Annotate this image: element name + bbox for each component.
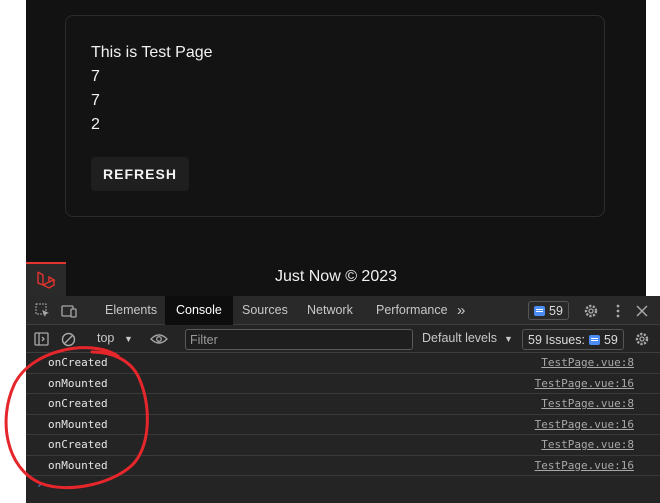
console-filterbar: top ▼ Default levels ▼ 59 Issues: 59 bbox=[26, 326, 660, 353]
issues-message-icon bbox=[588, 334, 600, 345]
log-message: onCreated bbox=[48, 438, 108, 451]
log-message: onCreated bbox=[48, 356, 108, 369]
log-row: onMounted TestPage.vue:16 bbox=[26, 374, 660, 394]
kebab-menu-icon[interactable] bbox=[609, 302, 627, 320]
footer-copyright: Just Now © 2023 bbox=[274, 268, 398, 285]
settings-gear-icon[interactable] bbox=[582, 302, 600, 320]
value-line-2: 7 bbox=[91, 92, 100, 109]
log-source-link[interactable]: TestPage.vue:16 bbox=[535, 459, 634, 472]
levels-chevron-down-icon[interactable]: ▼ bbox=[504, 334, 513, 344]
page-title: This is Test Page bbox=[91, 44, 213, 61]
device-toolbar-icon[interactable] bbox=[60, 302, 78, 320]
value-line-3: 2 bbox=[91, 116, 100, 133]
value-line-1: 7 bbox=[91, 68, 100, 85]
app-viewport: This is Test Page 7 7 2 REFRESH bbox=[26, 0, 646, 256]
messages-count: 59 bbox=[549, 303, 563, 318]
log-row: onCreated TestPage.vue:8 bbox=[26, 394, 660, 415]
page-scrollbar[interactable] bbox=[646, 0, 660, 296]
close-icon[interactable] bbox=[633, 302, 651, 320]
log-message: onMounted bbox=[48, 376, 108, 390]
log-row: onCreated TestPage.vue:8 bbox=[26, 435, 660, 456]
devtools-tabbar: Elements Console Sources Network Perform… bbox=[26, 296, 660, 325]
more-tabs-icon[interactable]: » bbox=[457, 296, 465, 325]
chevron-down-icon[interactable]: ▼ bbox=[124, 334, 133, 344]
log-source-link[interactable]: TestPage.vue:8 bbox=[541, 438, 634, 451]
refresh-button[interactable]: REFRESH bbox=[91, 157, 189, 191]
tab-elements[interactable]: Elements bbox=[105, 296, 157, 325]
tab-performance[interactable]: Performance bbox=[376, 296, 448, 325]
log-row: onCreated TestPage.vue:8 bbox=[26, 353, 660, 374]
console-settings-gear-icon[interactable] bbox=[633, 330, 651, 348]
log-row: onMounted TestPage.vue:16 bbox=[26, 415, 660, 435]
log-source-link[interactable]: TestPage.vue:16 bbox=[535, 377, 634, 390]
context-selector[interactable]: top bbox=[97, 331, 114, 345]
tab-console[interactable]: Console bbox=[165, 296, 233, 325]
sidebar-toggle-icon[interactable] bbox=[32, 330, 50, 348]
console-output: onCreated TestPage.vue:8 onMounted TestP… bbox=[26, 353, 660, 503]
console-prompt[interactable]: › bbox=[36, 477, 43, 491]
inspect-element-icon[interactable] bbox=[34, 302, 52, 320]
message-icon bbox=[534, 305, 545, 316]
issues-count: 59 bbox=[603, 332, 618, 347]
log-levels-dropdown[interactable]: Default levels bbox=[422, 331, 497, 345]
log-message: onMounted bbox=[48, 417, 108, 431]
app-footer: Just Now © 2023 bbox=[26, 256, 646, 296]
log-source-link[interactable]: TestPage.vue:8 bbox=[541, 356, 634, 369]
log-source-link[interactable]: TestPage.vue:8 bbox=[541, 397, 634, 410]
filter-input[interactable] bbox=[185, 329, 413, 350]
live-expression-eye-icon[interactable] bbox=[150, 330, 168, 348]
clear-console-icon[interactable] bbox=[59, 330, 77, 348]
log-message: onMounted bbox=[48, 458, 108, 472]
devtools-panel: Elements Console Sources Network Perform… bbox=[26, 296, 660, 503]
log-row: onMounted TestPage.vue:16 bbox=[26, 456, 660, 476]
issues-label: 59 Issues: bbox=[528, 332, 585, 347]
messages-badge[interactable]: 59 bbox=[528, 301, 569, 320]
test-page-card: This is Test Page 7 7 2 REFRESH bbox=[65, 15, 605, 217]
log-message: onCreated bbox=[48, 397, 108, 410]
log-source-link[interactable]: TestPage.vue:16 bbox=[535, 418, 634, 431]
tab-network[interactable]: Network bbox=[307, 296, 353, 325]
issues-button[interactable]: 59 Issues: 59 bbox=[522, 329, 624, 350]
tab-sources[interactable]: Sources bbox=[242, 296, 288, 325]
